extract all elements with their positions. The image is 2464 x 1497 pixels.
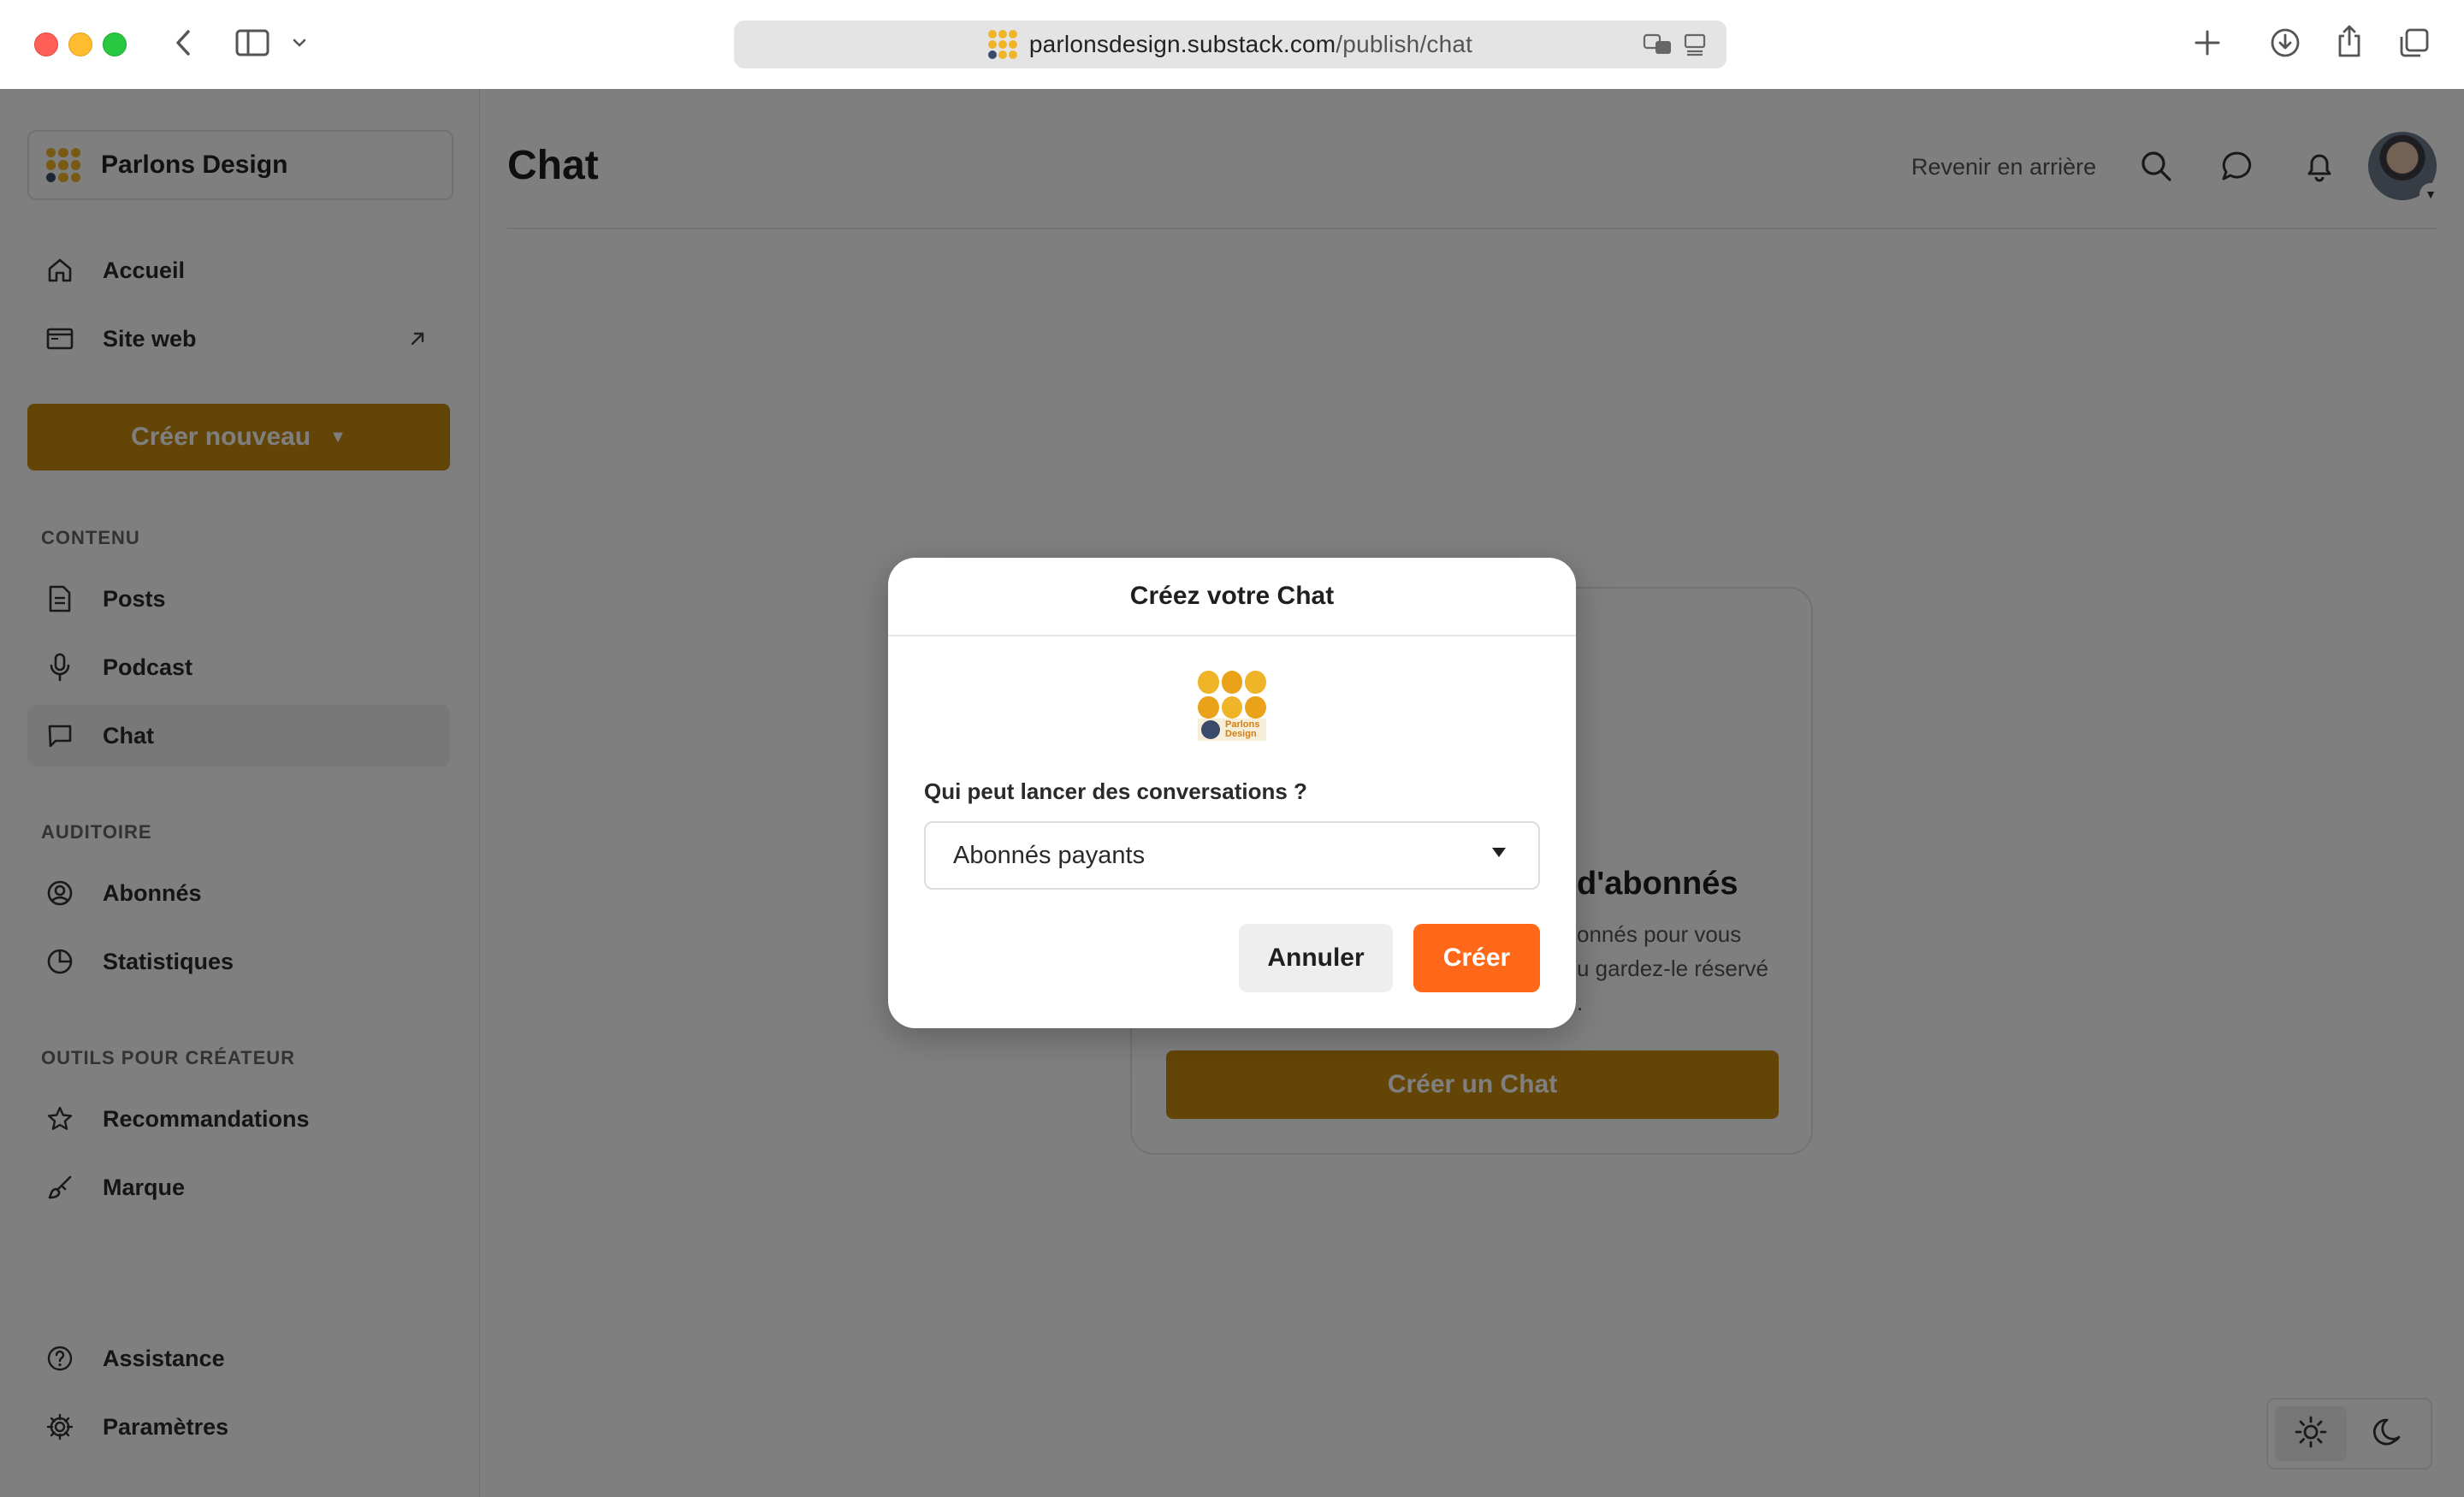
address-bar[interactable]: parlonsdesign.substack.com/publish/chat (734, 21, 1727, 68)
reader-icon[interactable] (1682, 31, 1708, 58)
site-favicon (987, 30, 1017, 59)
sidebar-toggle-icon[interactable] (234, 27, 270, 58)
close-window-button[interactable] (34, 33, 58, 56)
download-icon[interactable] (2268, 26, 2302, 60)
cancel-button[interactable]: Annuler (1239, 924, 1393, 992)
caret-down-icon (1490, 845, 1507, 863)
logo-text-line: Design (1225, 729, 1257, 739)
browser-toolbar: parlonsdesign.substack.com/publish/chat (0, 0, 2464, 90)
new-tab-icon[interactable] (2190, 26, 2224, 60)
share-icon[interactable] (2332, 22, 2366, 60)
zoom-window-button[interactable] (103, 33, 127, 56)
minimize-window-button[interactable] (68, 33, 92, 56)
selected-option: Abonnés payants (953, 841, 1146, 869)
back-icon[interactable] (168, 26, 198, 60)
conversation-permission-label: Qui peut lancer des conversations ? (924, 778, 1307, 804)
publication-logo: Parlons Design (1198, 671, 1266, 741)
browser-window: parlonsdesign.substack.com/publish/chat (0, 0, 2464, 1497)
conversation-permission-select[interactable]: Abonnés payants (924, 821, 1540, 890)
chevron-down-icon[interactable] (291, 34, 308, 51)
tabs-icon[interactable] (2397, 26, 2431, 60)
modal-divider (888, 635, 1576, 636)
modal-title: Créez votre Chat (1129, 582, 1335, 610)
create-chat-modal: Créez votre Chat Parlons Design Qui peut… (888, 558, 1576, 1028)
url-host: parlonsdesign.substack.com (1028, 31, 1336, 57)
author-photo (1201, 720, 1220, 739)
create-button[interactable]: Créer (1413, 924, 1540, 992)
url-path: /publish/chat (1336, 31, 1473, 57)
translate-icon[interactable] (1643, 31, 1673, 58)
